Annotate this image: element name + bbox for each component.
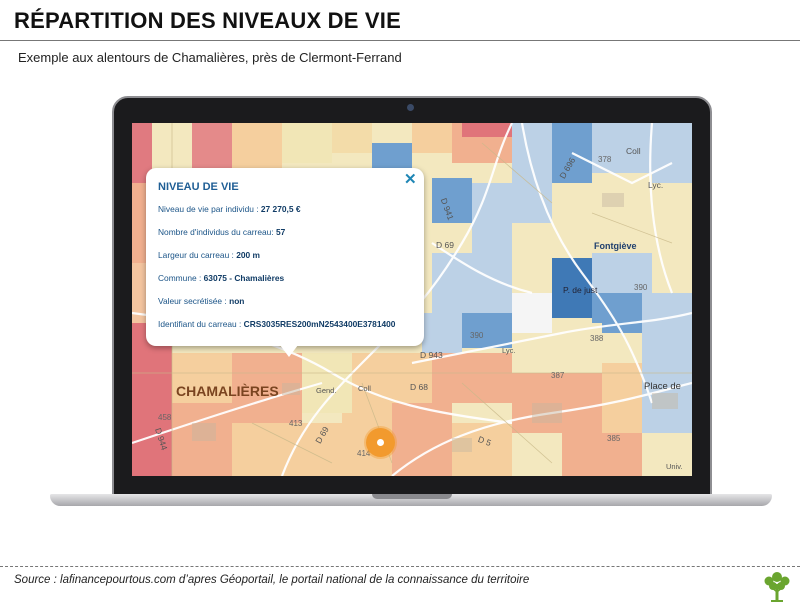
- location-marker-center: [377, 439, 384, 446]
- map-number-388: 388: [590, 334, 604, 343]
- map-number-390: 390: [634, 283, 648, 292]
- popup-row-niveau: Niveau de vie par individu : 27 270,5 €: [158, 204, 301, 214]
- map-label-lyc-2: Lyc.: [502, 346, 516, 355]
- popup-pointer: [280, 345, 298, 357]
- source-note: Source : lafinancepourtous.com d’apres G…: [14, 574, 530, 586]
- map-number-458: 458: [158, 413, 172, 422]
- close-icon[interactable]: ✕: [404, 170, 417, 188]
- map-label-gend: Gend.: [316, 386, 337, 395]
- popup-row-individus: Nombre d'individus du carreau: 57: [158, 227, 286, 237]
- road-label-d69: D 69: [436, 240, 454, 250]
- map-label-chamalieres: CHAMALIÈRES: [176, 383, 279, 399]
- map-label-coll-2: Coll: [358, 384, 371, 393]
- popup-row-identifiant: Identifiant du carreau : CRS3035RES200mN…: [158, 319, 396, 329]
- map-label-coll: Coll: [626, 146, 641, 156]
- webcam-icon: [407, 104, 414, 111]
- map-number-378: 378: [598, 155, 612, 164]
- map-number-413: 413: [289, 419, 303, 428]
- road-label-d68: D 68: [410, 382, 428, 392]
- map-number-390b: 390: [470, 331, 484, 340]
- map-label-place-de: Place de: [644, 381, 681, 392]
- page-subtitle: Exemple aux alentours de Chamalières, pr…: [18, 50, 402, 65]
- map-label-lyc: Lyc.: [648, 180, 664, 190]
- map-label-fontgieve: Fontgiève: [594, 241, 637, 251]
- map-label-univ: Univ.: [666, 462, 683, 471]
- road-label-d943: D 943: [420, 350, 443, 360]
- tree-icon: [764, 572, 790, 602]
- laptop-base-notch: [372, 494, 452, 499]
- info-popup: NIVEAU DE VIE Niveau de vie par individu…: [146, 168, 424, 346]
- popup-title: NIVEAU DE VIE: [158, 181, 239, 193]
- page-title: RÉPARTITION DES NIVEAUX DE VIE: [14, 8, 401, 33]
- map-number-387: 387: [551, 371, 565, 380]
- map-number-385: 385: [607, 434, 621, 443]
- popup-row-largeur: Largeur du carreau : 200 m: [158, 250, 260, 260]
- title-divider: [0, 40, 800, 41]
- map-label-p-de-jus: P. de just: [563, 285, 598, 295]
- footer-divider: [0, 566, 800, 567]
- popup-row-secretisee: Valeur secrétisée : non: [158, 296, 245, 306]
- popup-row-commune: Commune : 63075 - Chamalières: [158, 273, 285, 283]
